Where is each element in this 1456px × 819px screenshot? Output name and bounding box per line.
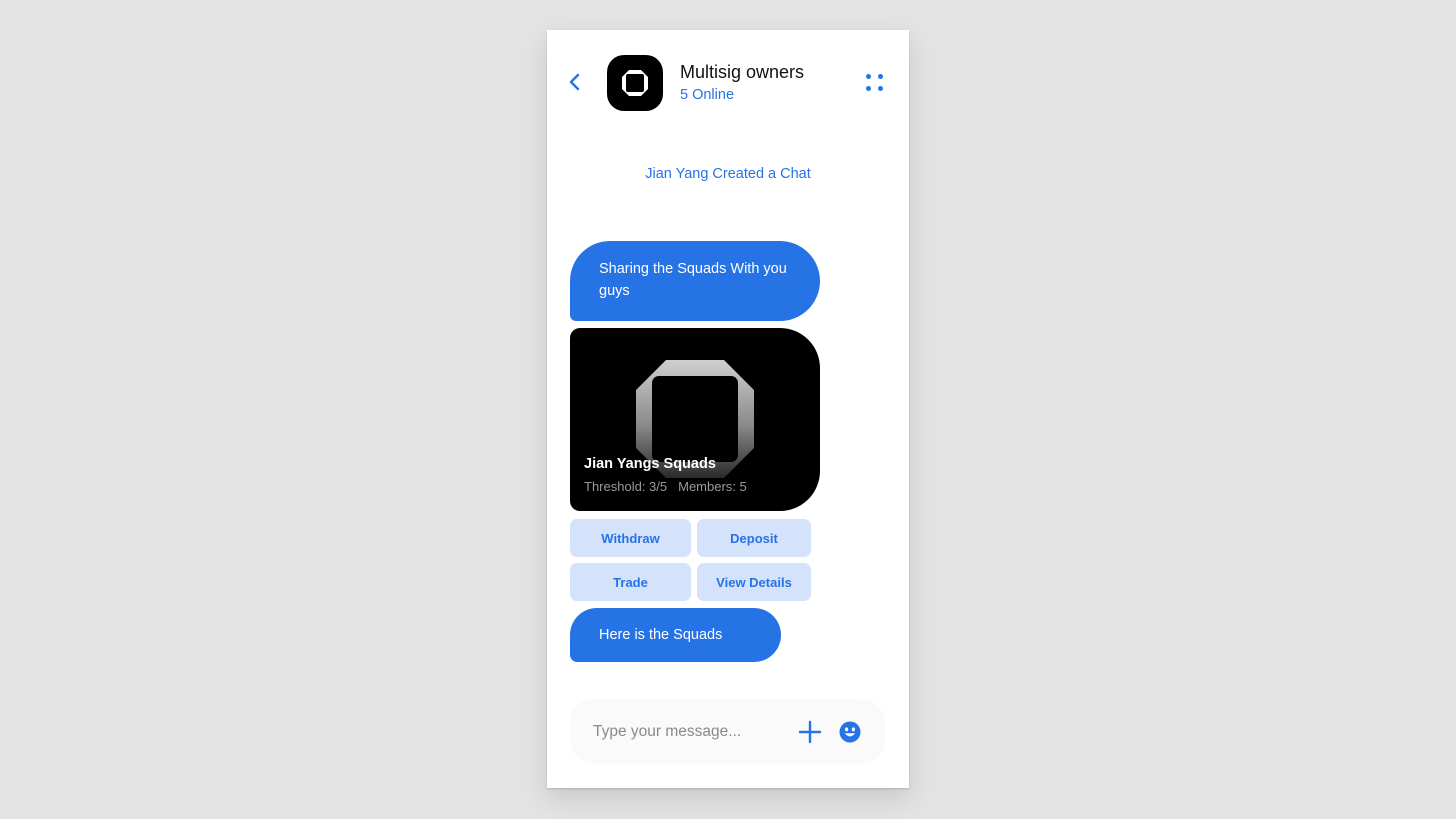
chat-screen: Multisig owners 5 Online Jian Yang Creat… xyxy=(547,30,909,788)
add-attachment-button[interactable] xyxy=(798,720,822,744)
back-button[interactable] xyxy=(565,70,585,94)
message-composer xyxy=(570,699,885,764)
group-avatar[interactable] xyxy=(607,55,663,111)
view-details-button[interactable]: View Details xyxy=(697,563,811,601)
withdraw-button[interactable]: Withdraw xyxy=(570,519,691,557)
squad-threshold: Threshold: 3/5 xyxy=(584,479,668,494)
message-text: Sharing the Squads With you guys xyxy=(599,261,787,299)
message-text: Here is the Squads xyxy=(599,627,723,643)
squad-meta: Threshold: 3/5 Members: 5 xyxy=(584,479,747,494)
deposit-button[interactable]: Deposit xyxy=(697,519,811,557)
squads-logo-icon xyxy=(622,70,648,96)
chat-title: Multisig owners xyxy=(680,62,805,82)
message-input[interactable] xyxy=(593,699,783,764)
system-message: Jian Yang Created a Chat xyxy=(645,166,811,182)
menu-button[interactable] xyxy=(861,70,889,96)
squad-name: Jian Yangs Squads xyxy=(584,456,716,472)
plus-icon xyxy=(798,720,822,744)
squad-card[interactable]: Jian Yangs Squads Threshold: 3/5 Members:… xyxy=(570,328,820,511)
chevron-left-icon xyxy=(569,73,580,91)
trade-button[interactable]: Trade xyxy=(570,563,691,601)
online-status: 5 Online xyxy=(680,87,735,103)
squad-members: Members: 5 xyxy=(678,479,747,494)
emoji-button[interactable] xyxy=(839,721,861,743)
smiley-icon xyxy=(839,721,861,743)
message-bubble: Sharing the Squads With you guys xyxy=(570,241,820,321)
message-bubble: Here is the Squads xyxy=(570,608,781,662)
